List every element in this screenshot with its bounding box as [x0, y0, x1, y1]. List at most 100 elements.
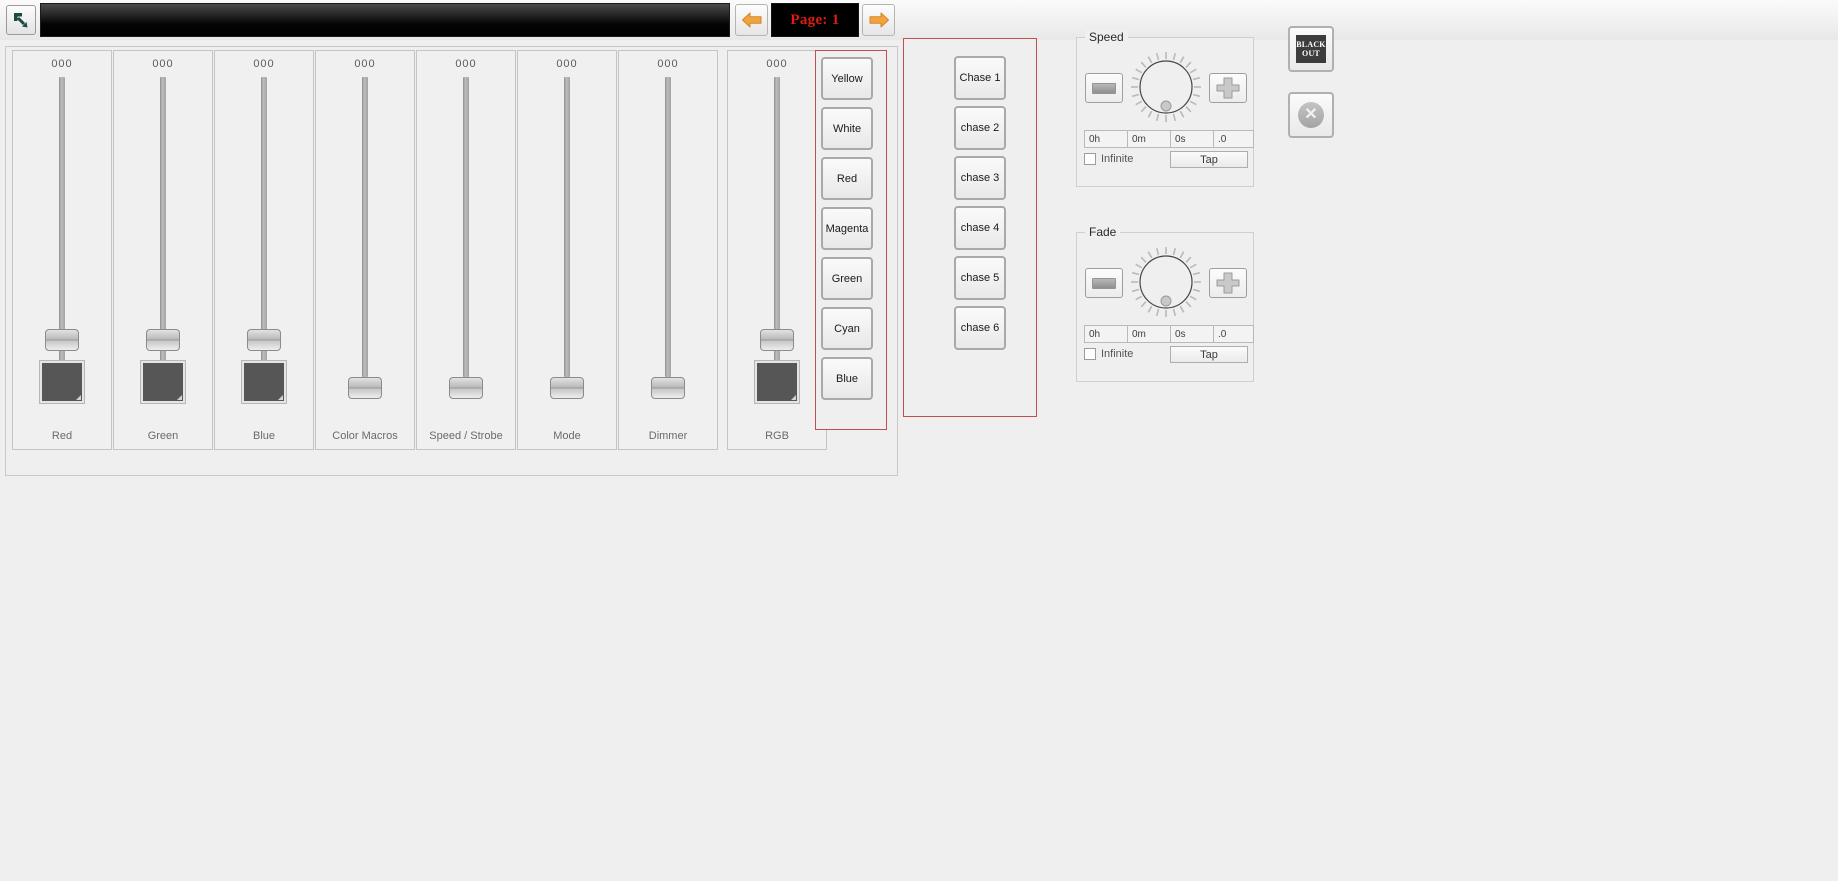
fader-value: 000 — [657, 58, 679, 70]
fade-fraction-field[interactable]: .0 — [1213, 325, 1254, 343]
fader-slider[interactable] — [728, 77, 826, 377]
speed-group-title: Speed — [1085, 30, 1128, 44]
fader-handle[interactable] — [550, 377, 584, 399]
color-swatch-button[interactable] — [39, 360, 85, 404]
fader-column: 000 Speed / Strobe — [416, 50, 516, 450]
fader-handle[interactable] — [348, 377, 382, 399]
fade-infinite-checkbox[interactable] — [1084, 348, 1096, 360]
speed-knob[interactable] — [1129, 50, 1203, 124]
fader-slider[interactable] — [417, 77, 515, 399]
speed-hours-field[interactable]: 0h — [1084, 130, 1127, 148]
color-preset-button[interactable]: Green — [821, 257, 873, 300]
fade-hours-field[interactable]: 0h — [1084, 325, 1127, 343]
fader-label: Speed / Strobe — [429, 430, 503, 442]
chase-button[interactable]: chase 3 — [954, 156, 1006, 200]
fader-handle[interactable] — [760, 329, 794, 351]
resize-arrow-icon-button[interactable] — [6, 5, 36, 35]
color-preset-button[interactable]: Cyan — [821, 307, 873, 350]
fader-column: 000 RGB — [727, 50, 827, 450]
color-preset-button[interactable]: White — [821, 107, 873, 150]
fader-track — [362, 77, 368, 377]
chase-button[interactable]: chase 2 — [954, 106, 1006, 150]
fader-value: 000 — [455, 58, 477, 70]
color-preset-button[interactable]: Red — [821, 157, 873, 200]
fader-label: Mode — [553, 430, 581, 442]
rotary-knob-icon — [1131, 247, 1201, 317]
color-preset-list: Yellow White Red Magenta Green Cyan Blue — [821, 57, 873, 407]
chase-button[interactable]: chase 6 — [954, 306, 1006, 350]
chase-list: Chase 1 chase 2 chase 3 chase 4 chase 5 chase… — [954, 56, 1006, 356]
fader-column: 000 Mode — [517, 50, 617, 450]
color-preset-button[interactable]: Blue — [821, 357, 873, 400]
speed-seconds-field[interactable]: 0s — [1170, 130, 1213, 148]
fader-slider[interactable] — [619, 77, 717, 399]
blackout-button[interactable]: BLACK OUT — [1288, 26, 1334, 72]
speed-decrease-button[interactable] — [1085, 73, 1123, 103]
chase-button[interactable]: chase 4 — [954, 206, 1006, 250]
fader-column: 000 Blue — [214, 50, 314, 450]
x-circle-icon: ✕ — [1298, 102, 1324, 128]
fade-minutes-field[interactable]: 0m — [1127, 325, 1170, 343]
fader-label: Blue — [252, 430, 276, 442]
dropdown-corner-icon — [791, 395, 796, 400]
dropdown-corner-icon — [76, 395, 81, 400]
fader-slider[interactable] — [316, 77, 414, 399]
speed-minutes-field[interactable]: 0m — [1127, 130, 1170, 148]
speed-group: Speed 0h 0m 0s .0 Infinite Tap — [1076, 30, 1254, 187]
close-button[interactable]: ✕ — [1288, 92, 1334, 138]
fixture-display-strip — [40, 3, 730, 37]
color-preset-button[interactable]: Magenta — [821, 207, 873, 250]
fade-knob[interactable] — [1129, 245, 1203, 319]
speed-infinite-label: Infinite — [1101, 153, 1134, 165]
minus-icon — [1092, 82, 1116, 94]
fade-seconds-field[interactable]: 0s — [1170, 325, 1213, 343]
fader-track — [564, 77, 570, 377]
fader-track — [463, 77, 469, 377]
fader-handle[interactable] — [146, 329, 180, 351]
color-preset-button[interactable]: Yellow — [821, 57, 873, 100]
page-indicator-label: Page: 1 — [790, 11, 840, 28]
fader-track — [665, 77, 671, 377]
chase-button[interactable]: Chase 1 — [954, 56, 1006, 100]
fader-column: 000 Dimmer — [618, 50, 718, 450]
fader-slider[interactable] — [114, 77, 212, 377]
speed-infinite-checkbox[interactable] — [1084, 153, 1096, 165]
fader-column: 000 Red — [12, 50, 112, 450]
speed-increase-button[interactable] — [1209, 73, 1247, 103]
fade-bottom-row: Infinite Tap — [1084, 346, 1248, 363]
blackout-label-line1: BLACK — [1296, 40, 1326, 49]
fader-value: 000 — [152, 58, 174, 70]
fade-tap-button[interactable]: Tap — [1170, 346, 1248, 363]
chase-panel: Chase 1 chase 2 chase 3 chase 4 chase 5 chase… — [903, 38, 1037, 417]
fader-slider[interactable] — [13, 77, 111, 377]
fade-increase-button[interactable] — [1209, 268, 1247, 298]
top-toolbar: Page: 1 — [0, 0, 1838, 40]
rotary-knob-icon — [1131, 52, 1201, 122]
fader-handle[interactable] — [247, 329, 281, 351]
fader-slider[interactable] — [215, 77, 313, 377]
fade-decrease-button[interactable] — [1085, 268, 1123, 298]
fader-handle[interactable] — [45, 329, 79, 351]
fader-value: 000 — [354, 58, 376, 70]
arrow-left-icon — [741, 12, 761, 28]
color-swatch-button[interactable] — [241, 360, 287, 404]
minus-icon — [1092, 277, 1116, 289]
previous-page-button[interactable] — [735, 4, 768, 36]
chase-button[interactable]: chase 5 — [954, 256, 1006, 300]
fader-slider[interactable] — [518, 77, 616, 399]
fader-column: 000 Green — [113, 50, 213, 450]
page-indicator: Page: 1 — [771, 3, 859, 37]
arrow-right-icon — [869, 12, 889, 28]
color-swatch-button[interactable] — [140, 360, 186, 404]
speed-tap-button[interactable]: Tap — [1170, 151, 1248, 168]
fader-handle[interactable] — [651, 377, 685, 399]
next-page-button[interactable] — [862, 4, 895, 36]
fader-handle[interactable] — [449, 377, 483, 399]
fader-value: 000 — [51, 58, 73, 70]
blackout-label: BLACK OUT — [1296, 35, 1326, 63]
fader-row: 000 Red 000 Green 000 Blue 000 Color Macros 000 S… — [12, 50, 828, 450]
color-swatch-button[interactable] — [754, 360, 800, 404]
dropdown-corner-icon — [177, 395, 182, 400]
fader-label: Red — [51, 430, 73, 442]
speed-fraction-field[interactable]: .0 — [1213, 130, 1254, 148]
